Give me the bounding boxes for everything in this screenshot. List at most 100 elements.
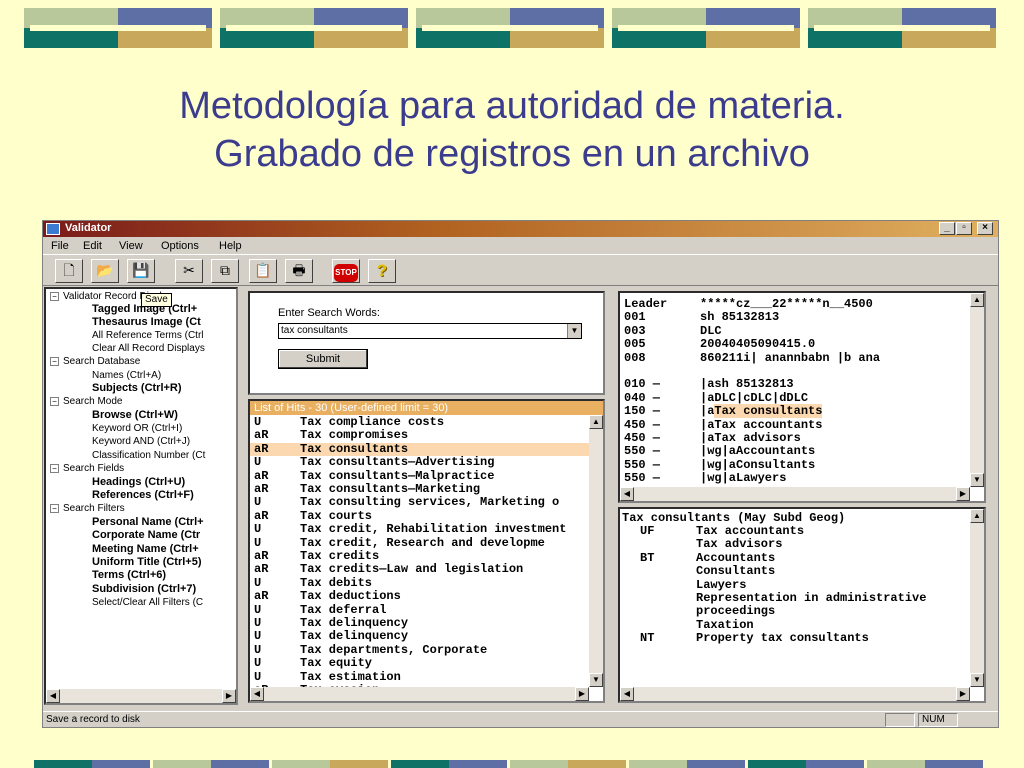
related-term: Tax advisors bbox=[696, 537, 783, 552]
menu-help[interactable]: Help bbox=[219, 240, 242, 252]
hit-row[interactable]: aR Tax credits—Law and legislation bbox=[250, 563, 590, 576]
tree-item[interactable]: Thesaurus Image (Ct bbox=[92, 316, 201, 329]
tree-item[interactable]: All Reference Terms (Ctrl bbox=[92, 329, 204, 342]
window-titlebar: Validator _ ▫ × bbox=[43, 221, 998, 237]
hit-row[interactable]: aR Tax consultants bbox=[250, 442, 590, 457]
tree-item[interactable]: Keyword AND (Ctrl+J) bbox=[92, 435, 190, 448]
hit-row[interactable]: aR Tax consultants—Malpractice bbox=[250, 470, 590, 483]
print-button[interactable]: 🖶 bbox=[285, 259, 313, 283]
scroll-up-button[interactable]: ▲ bbox=[589, 415, 603, 429]
cut-button[interactable]: ✂ bbox=[175, 259, 203, 283]
collapse-icon[interactable]: − bbox=[50, 396, 59, 406]
collapse-icon[interactable]: − bbox=[50, 356, 59, 366]
hit-row[interactable]: aR Tax courts bbox=[250, 510, 590, 523]
hit-row[interactable]: U Tax estimation bbox=[250, 671, 590, 684]
scroll-left-button[interactable]: ◀ bbox=[620, 487, 634, 501]
thesaurus-vscrollbar[interactable]: ▲ ▼ bbox=[970, 509, 984, 687]
scroll-right-button[interactable]: ▶ bbox=[222, 689, 236, 703]
hit-row[interactable]: U Tax delinquency bbox=[250, 617, 590, 630]
hit-term: Tax delinquency bbox=[300, 617, 409, 630]
hit-row[interactable]: aR Tax consultants—Marketing bbox=[250, 483, 590, 496]
search-input[interactable]: tax consultants ▼ bbox=[278, 323, 582, 339]
tree-item[interactable]: − Search Database bbox=[50, 355, 140, 368]
scroll-up-button[interactable]: ▲ bbox=[970, 293, 984, 307]
tree-item[interactable]: − Search Mode bbox=[50, 395, 122, 408]
hit-row[interactable]: U Tax consulting services, Marketing o bbox=[250, 496, 590, 509]
tree-item[interactable]: Subjects (Ctrl+R) bbox=[92, 382, 182, 395]
related-term: Consultants bbox=[696, 564, 776, 579]
thesaurus-hscrollbar[interactable]: ◀ ▶ bbox=[620, 687, 970, 701]
menu-view[interactable]: View bbox=[119, 240, 143, 252]
collapse-icon[interactable]: − bbox=[50, 291, 59, 301]
tree-item[interactable]: Headings (Ctrl+U) bbox=[92, 476, 185, 489]
tree-item[interactable]: Uniform Title (Ctrl+5) bbox=[92, 556, 202, 569]
hit-row[interactable]: aR Tax compromises bbox=[250, 429, 590, 442]
hit-row[interactable]: U Tax departments, Corporate bbox=[250, 644, 590, 657]
close-button[interactable]: × bbox=[977, 222, 993, 235]
hit-row[interactable]: U Tax credit, Research and developme bbox=[250, 537, 590, 550]
minimize-button[interactable]: _ bbox=[939, 222, 955, 235]
hit-row[interactable]: U Tax delinquency bbox=[250, 630, 590, 643]
maximize-button[interactable]: ▫ bbox=[956, 222, 972, 235]
marc-vscrollbar[interactable]: ▲ ▼ bbox=[970, 293, 984, 487]
stop-button[interactable]: STOP bbox=[332, 259, 360, 283]
tree-item[interactable]: Corporate Name (Ctr bbox=[92, 529, 200, 542]
hit-code: aR bbox=[254, 590, 269, 604]
marc-hscrollbar[interactable]: ◀ ▶ bbox=[620, 487, 970, 501]
hit-code: aR bbox=[254, 429, 269, 443]
hit-row[interactable]: U Tax compliance costs bbox=[250, 416, 590, 429]
tree-item[interactable]: Meeting Name (Ctrl+ bbox=[92, 543, 199, 556]
tree-item[interactable]: − Search Filters bbox=[50, 502, 125, 515]
collapse-icon[interactable]: − bbox=[50, 503, 59, 513]
save-button[interactable]: 💾 bbox=[127, 259, 155, 283]
scroll-right-button[interactable]: ▶ bbox=[956, 487, 970, 501]
submit-button[interactable]: Submit bbox=[278, 349, 368, 369]
tree-item[interactable]: Personal Name (Ctrl+ bbox=[92, 516, 204, 529]
hit-term: Tax credits bbox=[300, 550, 380, 563]
tree-item[interactable]: Names (Ctrl+A) bbox=[92, 369, 161, 382]
menu-file[interactable]: File bbox=[51, 240, 69, 252]
scroll-down-button[interactable]: ▼ bbox=[970, 473, 984, 487]
scroll-right-button[interactable]: ▶ bbox=[575, 687, 589, 701]
hit-row[interactable]: U Tax deferral bbox=[250, 604, 590, 617]
tree-item[interactable]: Keyword OR (Ctrl+I) bbox=[92, 422, 182, 435]
help-button[interactable]: ? bbox=[368, 259, 396, 283]
hit-row[interactable]: U Tax debits bbox=[250, 577, 590, 590]
scroll-down-button[interactable]: ▼ bbox=[970, 673, 984, 687]
tree-item[interactable]: Browse (Ctrl+W) bbox=[92, 409, 178, 422]
scroll-down-button[interactable]: ▼ bbox=[589, 673, 603, 687]
tree-item[interactable]: Terms (Ctrl+6) bbox=[92, 569, 166, 582]
menu-options[interactable]: Options bbox=[161, 240, 199, 252]
new-button[interactable]: 🗋 bbox=[55, 259, 83, 283]
chevron-down-icon[interactable]: ▼ bbox=[567, 324, 581, 338]
tree-item[interactable]: Subdivision (Ctrl+7) bbox=[92, 583, 196, 596]
tree-item[interactable]: Clear All Record Displays bbox=[92, 342, 205, 355]
menu-edit[interactable]: Edit bbox=[83, 240, 102, 252]
hits-hscrollbar[interactable]: ◀ ▶ bbox=[250, 687, 589, 701]
scroll-left-button[interactable]: ◀ bbox=[620, 687, 634, 701]
top-band-4 bbox=[612, 8, 800, 48]
scroll-left-button[interactable]: ◀ bbox=[250, 687, 264, 701]
collapse-icon[interactable]: − bbox=[50, 463, 59, 473]
hit-row[interactable]: U Tax credit, Rehabilitation investment bbox=[250, 523, 590, 536]
hit-row[interactable]: U Tax equity bbox=[250, 657, 590, 670]
save-tooltip: Save bbox=[141, 293, 172, 307]
scroll-right-button[interactable]: ▶ bbox=[956, 687, 970, 701]
tree-item[interactable]: References (Ctrl+F) bbox=[92, 489, 194, 502]
related-term: Representation in administrative bbox=[696, 591, 927, 605]
tree-item[interactable]: Classification Number (Ct bbox=[92, 449, 205, 462]
scroll-up-button[interactable]: ▲ bbox=[970, 509, 984, 523]
hits-vscrollbar[interactable]: ▲ ▼ bbox=[589, 415, 603, 687]
paste-button[interactable]: 📋 bbox=[249, 259, 277, 283]
hit-row[interactable]: aR Tax credits bbox=[250, 550, 590, 563]
tree-item[interactable]: Select/Clear All Filters (C bbox=[92, 596, 203, 609]
hit-row[interactable]: U Tax consultants—Advertising bbox=[250, 456, 590, 469]
hit-row[interactable]: aR Tax deductions bbox=[250, 590, 590, 603]
hit-term: Tax consultants—Advertising bbox=[300, 456, 495, 470]
tree-hscrollbar[interactable]: ◀ ▶ bbox=[46, 689, 236, 703]
scroll-left-button[interactable]: ◀ bbox=[46, 689, 60, 703]
copy-button[interactable]: ⧉ bbox=[211, 259, 239, 283]
open-button[interactable]: 📂 bbox=[91, 259, 119, 283]
tree-item[interactable]: − Search Fields bbox=[50, 462, 124, 475]
stop-icon: STOP bbox=[334, 264, 358, 282]
